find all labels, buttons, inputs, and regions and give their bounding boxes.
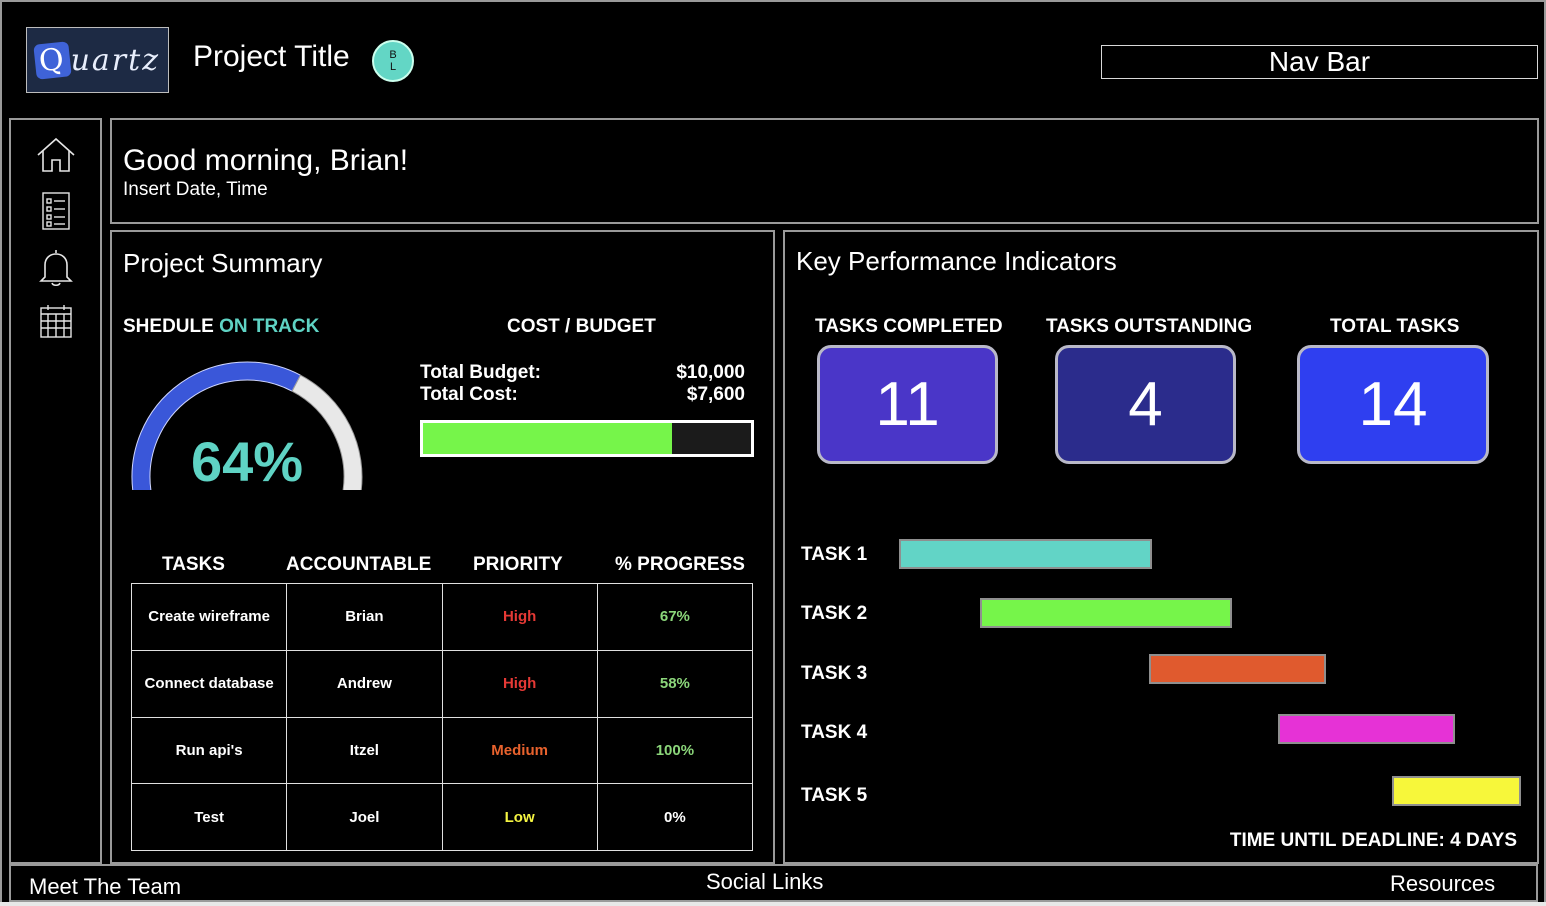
calendar-icon[interactable]: [35, 300, 77, 342]
quartz-logo[interactable]: Quartz: [26, 27, 169, 93]
priority-cell: High: [441, 583, 598, 651]
greeting-title: Good morning, Brian!: [123, 144, 409, 177]
greeting-datetime: Insert Date, Time: [123, 179, 268, 200]
priority-cell: High: [441, 649, 598, 718]
budget-progress-bar: [420, 420, 754, 457]
table-row[interactable]: Create wireframe Brian High 67%: [130, 583, 754, 651]
accountable-cell: Itzel: [286, 716, 443, 785]
progress-cell: 67%: [596, 583, 754, 651]
budget-progress-fill: [423, 423, 673, 454]
nav-bar[interactable]: Nav Bar: [1101, 45, 1538, 79]
total-tasks-card[interactable]: 14: [1297, 345, 1489, 464]
accountable-cell: Brian: [286, 583, 443, 651]
home-icon[interactable]: [35, 134, 77, 176]
sidebar: [9, 118, 102, 864]
table-row[interactable]: Test Joel Low 0%: [130, 783, 754, 851]
accountable-cell: Joel: [286, 783, 443, 851]
header-priority: PRIORITY: [473, 554, 563, 575]
gantt-label-task-3: TASK 3: [801, 663, 868, 684]
header-accountable: ACCOUNTABLE: [286, 554, 432, 575]
gantt-bar-task-2[interactable]: [980, 598, 1232, 628]
task-name-cell: Run api's: [130, 716, 288, 785]
deadline-countdown: TIME UNTIL DEADLINE: 4 DAYS: [1229, 830, 1517, 851]
accountable-cell: Andrew: [286, 649, 443, 718]
project-summary-title: Project Summary: [123, 248, 323, 278]
tasks-table: Create wireframe Brian High 67% Connect data…: [130, 583, 754, 851]
tasks-completed-card[interactable]: 11: [817, 345, 998, 464]
bell-icon[interactable]: [35, 246, 77, 288]
gantt-bar-task-3[interactable]: [1149, 654, 1326, 684]
gantt-label-task-5: TASK 5: [801, 785, 868, 806]
kpi-title: Key Performance Indicators: [796, 246, 1117, 276]
cost-budget-title: COST / BUDGET: [507, 316, 656, 337]
gantt-bar-task-1[interactable]: [899, 539, 1152, 569]
project-title: Project Title: [193, 40, 350, 73]
total-tasks-label: TOTAL TASKS: [1330, 316, 1460, 337]
greeting-panel: Good morning, Brian! Insert Date, Time: [110, 118, 1539, 224]
avatar-initial-last: L: [389, 61, 397, 73]
task-name-cell: Connect database: [130, 649, 288, 718]
tasks-completed-label: TASKS COMPLETED: [815, 316, 1003, 337]
total-cost-row: Total Cost: $7,600: [420, 384, 745, 406]
project-summary-panel: Project Summary SHEDULE ON TRACK 64% COS…: [110, 230, 775, 864]
schedule-label-text: SHEDULE: [123, 316, 214, 337]
logo-text: Quartz: [33, 40, 160, 80]
task-name-cell: Test: [130, 783, 288, 851]
footer: Meet The Team Social Links Resources: [9, 864, 1538, 902]
total-budget-row: Total Budget: $10,000: [420, 362, 745, 384]
gantt-bar-task-4[interactable]: [1278, 714, 1455, 744]
table-row[interactable]: Connect database Andrew High 58%: [130, 649, 754, 718]
total-cost-value: $7,600: [686, 384, 745, 405]
total-cost-label: Total Cost:: [420, 384, 518, 405]
bottom-strip: [0, 902, 1546, 906]
progress-cell: 0%: [596, 783, 754, 851]
total-budget-value: $10,000: [676, 362, 745, 383]
table-row[interactable]: Run api's Itzel Medium 100%: [130, 716, 754, 785]
checklist-icon[interactable]: [35, 190, 77, 232]
schedule-status: ON TRACK: [219, 316, 320, 337]
gantt-bar-task-5[interactable]: [1392, 776, 1521, 806]
header-progress: % PROGRESS: [615, 554, 745, 575]
tasks-outstanding-label: TASKS OUTSTANDING: [1046, 316, 1253, 337]
task-name-cell: Create wireframe: [130, 583, 288, 651]
header-tasks: TASKS: [162, 554, 225, 575]
progress-cell: 58%: [596, 649, 754, 718]
avatar[interactable]: B L: [372, 40, 414, 82]
kpi-panel: Key Performance Indicators TASKS COMPLET…: [783, 230, 1539, 864]
meet-the-team-link[interactable]: Meet The Team: [29, 874, 181, 900]
priority-cell: Low: [441, 783, 598, 851]
schedule-label: SHEDULE ON TRACK: [123, 316, 319, 338]
resources-link[interactable]: Resources: [1390, 871, 1495, 897]
schedule-percent: 64%: [190, 430, 304, 493]
gantt-label-task-2: TASK 2: [801, 603, 868, 624]
total-budget-label: Total Budget:: [420, 362, 542, 383]
gantt-label-task-4: TASK 4: [801, 722, 868, 743]
priority-cell: Medium: [441, 716, 598, 785]
social-links-link[interactable]: Social Links: [706, 869, 823, 895]
tasks-outstanding-card[interactable]: 4: [1055, 345, 1236, 464]
avatar-initial-first: B: [389, 49, 397, 61]
progress-cell: 100%: [596, 716, 754, 785]
gantt-label-task-1: TASK 1: [801, 544, 868, 565]
